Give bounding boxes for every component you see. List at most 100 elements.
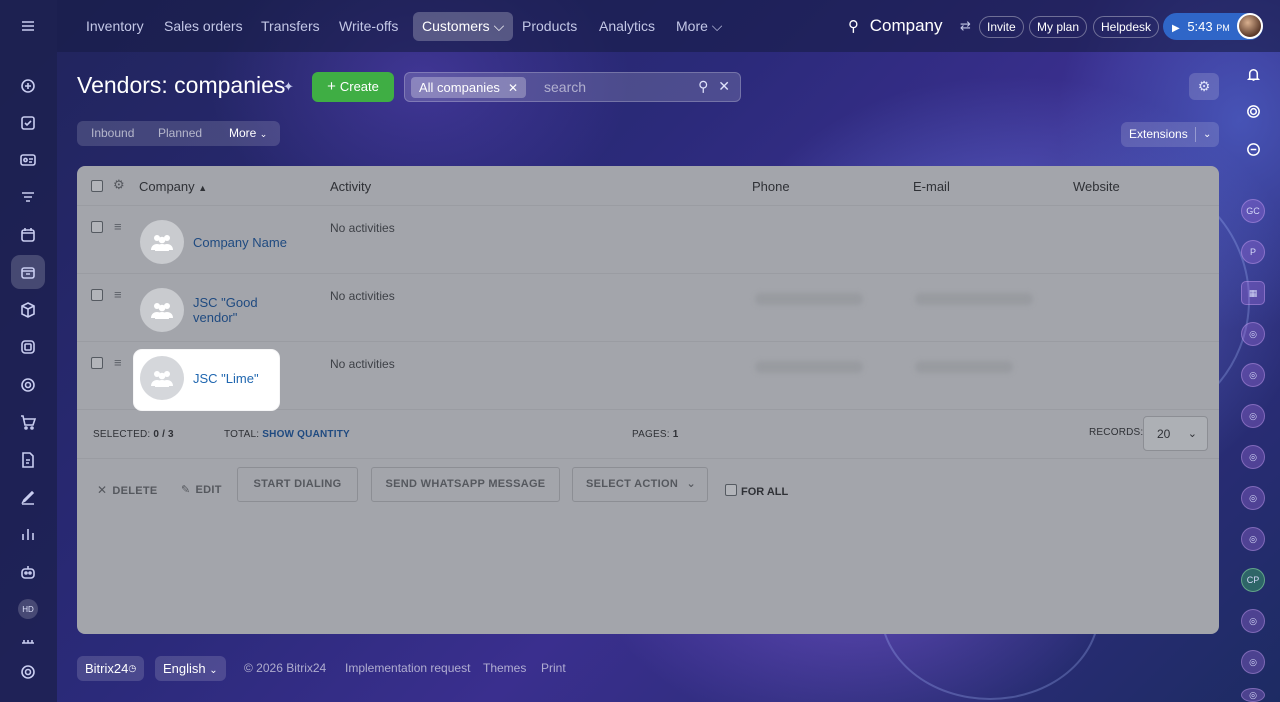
highlighted-company[interactable]: JSC "Lime" <box>134 350 279 410</box>
column-activity[interactable]: Activity <box>330 179 371 194</box>
helpdesk-button[interactable]: Helpdesk <box>1093 16 1160 38</box>
drag-handle-icon[interactable]: ≡ <box>114 219 122 234</box>
invite-button[interactable]: Invite <box>979 16 1024 38</box>
contact-card-icon[interactable] <box>11 143 45 177</box>
row-checkbox[interactable] <box>91 289 103 301</box>
column-website[interactable]: Website <box>1073 179 1120 194</box>
company-name-link[interactable]: Company Name <box>193 235 287 250</box>
chat-avatar-copilot-icon[interactable]: ◎ <box>1241 322 1265 346</box>
row-checkbox[interactable] <box>91 221 103 233</box>
chat-icon[interactable] <box>1241 137 1265 161</box>
nav-customers[interactable]: Customers ⌵ <box>413 12 514 41</box>
top-search[interactable]: ⚲ Company <box>848 16 943 36</box>
helpdesk-badge[interactable]: HD <box>11 592 45 626</box>
pin-icon[interactable]: ✦ <box>283 79 294 95</box>
nav-more[interactable]: More ⌵ <box>667 12 731 41</box>
clock-icon: ◷ <box>128 663 137 673</box>
tab-planned[interactable]: Planned <box>158 126 202 140</box>
records-per-page-select[interactable]: 20 ⌄ <box>1143 416 1208 451</box>
remove-filter-icon[interactable]: ✕ <box>508 81 518 95</box>
for-all-checkbox[interactable] <box>725 484 737 496</box>
my-plan-button[interactable]: My plan <box>1029 16 1088 38</box>
chat-avatar-copilot-icon[interactable]: ◎ <box>1241 609 1265 633</box>
list-settings-gear-icon[interactable]: ⚙ <box>1189 73 1219 100</box>
column-email[interactable]: E-mail <box>913 179 950 194</box>
tab-more[interactable]: More ⌄ <box>229 126 267 140</box>
document-edit-icon[interactable] <box>11 443 45 477</box>
analytics-bars-icon[interactable] <box>11 517 45 551</box>
sign-pen-icon[interactable] <box>11 480 45 514</box>
calendar-icon[interactable] <box>11 218 45 252</box>
robot-icon[interactable] <box>11 555 45 589</box>
more-apps-icon[interactable] <box>11 630 45 650</box>
grid-header: ⚙ Company ▲ Activity Phone E-mail Websit… <box>77 166 1219 206</box>
select-all-checkbox[interactable] <box>91 180 103 192</box>
tab-inbound[interactable]: Inbound <box>91 126 134 140</box>
chat-avatar-copilot-icon[interactable]: ◎ <box>1241 527 1265 551</box>
chat-avatar-p[interactable]: P <box>1241 240 1265 264</box>
show-quantity-link[interactable]: SHOW QUANTITY <box>262 429 350 440</box>
filter-search-box[interactable]: All companies ✕ search ⚲ ✕ <box>404 72 741 102</box>
row-checkbox[interactable] <box>91 357 103 369</box>
extensions-button[interactable]: Extensions ⌄ <box>1121 122 1219 147</box>
nav-write-offs[interactable]: Write-offs <box>330 12 407 41</box>
table-row[interactable]: ≡ JSC "Good vendor" No activities <box>77 274 1219 342</box>
nav-transfers[interactable]: Transfers <box>252 12 329 41</box>
company-name-link[interactable]: JSC "Good vendor" <box>193 295 283 325</box>
box-icon[interactable] <box>11 293 45 327</box>
column-phone[interactable]: Phone <box>752 179 790 194</box>
implementation-request-link[interactable]: Implementation request <box>345 661 470 675</box>
create-button[interactable]: + Create <box>312 72 394 102</box>
chat-avatar-copilot-icon[interactable]: ◎ <box>1241 445 1265 469</box>
drag-handle-icon[interactable]: ≡ <box>114 355 122 370</box>
cart-icon[interactable] <box>11 405 45 439</box>
themes-link[interactable]: Themes <box>483 661 526 675</box>
tasks-icon[interactable] <box>11 106 45 140</box>
chat-avatar-copilot-icon[interactable]: ◎ <box>1241 363 1265 387</box>
chat-avatar-copilot-icon[interactable]: ◎ <box>1241 486 1265 510</box>
chat-avatar-copilot-icon[interactable]: ◎ <box>1241 404 1265 428</box>
for-all-toggle[interactable]: FOR ALL <box>725 483 788 498</box>
nav-products[interactable]: Products <box>513 12 586 41</box>
time-suffix: PM <box>1216 23 1230 33</box>
chevron-down-icon[interactable]: ⌄ <box>1203 122 1211 147</box>
records-value: 20 <box>1157 427 1171 441</box>
drag-handle-icon[interactable]: ≡ <box>114 287 122 302</box>
chat-avatar-cp[interactable]: CP <box>1241 568 1265 592</box>
settings-gear-icon[interactable] <box>11 655 45 689</box>
chat-avatar-copilot-icon[interactable]: ◎ <box>1241 688 1265 702</box>
company-name-link[interactable]: JSC "Lime" <box>193 371 259 386</box>
search-icon[interactable]: ⚲ <box>698 78 708 94</box>
filter-funnel-icon[interactable] <box>11 181 45 215</box>
column-company[interactable]: Company ▲ <box>139 179 207 194</box>
marketing-target-icon[interactable] <box>11 368 45 402</box>
play-icon: ▶ <box>1172 23 1180 34</box>
column-settings-gear-icon[interactable]: ⚙ <box>113 177 125 193</box>
nav-inventory[interactable]: Inventory <box>77 12 153 41</box>
sites-icon[interactable] <box>11 330 45 364</box>
clear-icon[interactable]: ✕ <box>718 78 730 94</box>
feed-icon[interactable] <box>11 69 45 103</box>
edit-button[interactable]: ✎ EDIT <box>181 483 222 496</box>
print-link[interactable]: Print <box>541 661 566 675</box>
delete-button[interactable]: ✕ DELETE <box>97 483 158 497</box>
bitrix24-brand-button[interactable]: Bitrix24◷ <box>77 656 145 681</box>
swap-icon[interactable]: ⇄ <box>960 18 971 34</box>
table-row[interactable]: ≡ Company Name No activities <box>77 206 1219 274</box>
copilot-icon[interactable] <box>1241 99 1265 123</box>
chat-avatar-card-icon[interactable]: ▦ <box>1241 281 1265 305</box>
inventory-icon[interactable] <box>11 255 45 289</box>
chat-avatar-copilot-icon[interactable]: ◎ <box>1241 650 1265 674</box>
language-select[interactable]: English ⌄ <box>155 656 226 681</box>
start-dialing-button[interactable]: START DIALING <box>237 467 358 502</box>
notifications-bell-icon[interactable] <box>1241 62 1265 86</box>
filter-chip[interactable]: All companies ✕ <box>411 77 526 98</box>
search-input[interactable]: search <box>544 79 586 95</box>
nav-analytics[interactable]: Analytics <box>590 12 664 41</box>
send-whatsapp-button[interactable]: SEND WHATSAPP MESSAGE <box>371 467 560 502</box>
nav-sales-orders[interactable]: Sales orders <box>155 12 252 41</box>
chat-avatar-gc[interactable]: GC <box>1241 199 1265 223</box>
menu-icon[interactable] <box>11 9 45 43</box>
select-action-dropdown[interactable]: SELECT ACTION ⌄ <box>572 467 708 502</box>
user-avatar[interactable] <box>1237 13 1263 39</box>
